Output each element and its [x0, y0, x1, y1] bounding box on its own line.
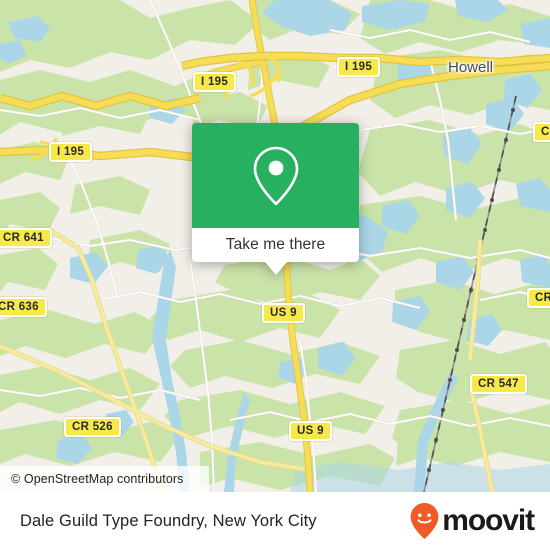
shield-cr641: CR 641 [0, 228, 52, 248]
map-pin-icon [253, 146, 298, 205]
shield-i195-west: I 195 [193, 72, 237, 92]
footer-bar: Dale Guild Type Foundry, New York City m… [0, 492, 550, 550]
popup-marker-area [192, 123, 359, 228]
shield-cr547: CR 547 [470, 374, 527, 394]
shield-cr526: CR 526 [64, 417, 121, 437]
osm-attribution-text: © OpenStreetMap contributors [11, 472, 184, 486]
moovit-logo[interactable]: moovit [409, 502, 535, 540]
popup-tail-pointer [264, 262, 287, 275]
shield-us9-north: US 9 [262, 303, 305, 323]
shield-cr636: CR 636 [0, 297, 47, 317]
place-label-howell: Howell [448, 59, 494, 76]
location-title: Dale Guild Type Foundry, New York City [20, 511, 317, 530]
shield-cr-east-clipped: CR [527, 288, 550, 308]
shield-cr-northeast-clipped: CR [533, 122, 550, 142]
shield-i195-southwest: I 195 [49, 142, 93, 162]
take-me-there-button[interactable]: Take me there [192, 228, 359, 262]
moovit-map-screenshot: © OpenStreetMap contributors I 195 I 195 I… [0, 0, 550, 550]
shield-us9-south: US 9 [289, 421, 332, 441]
take-me-there-label: Take me there [225, 236, 326, 253]
shield-i195-east: I 195 [337, 57, 381, 77]
location-popup-card[interactable]: Take me there [192, 123, 359, 275]
osm-attribution: © OpenStreetMap contributors [0, 466, 209, 492]
moovit-wordmark: moovit [442, 504, 535, 537]
moovit-smiley-pin-icon [410, 503, 439, 539]
